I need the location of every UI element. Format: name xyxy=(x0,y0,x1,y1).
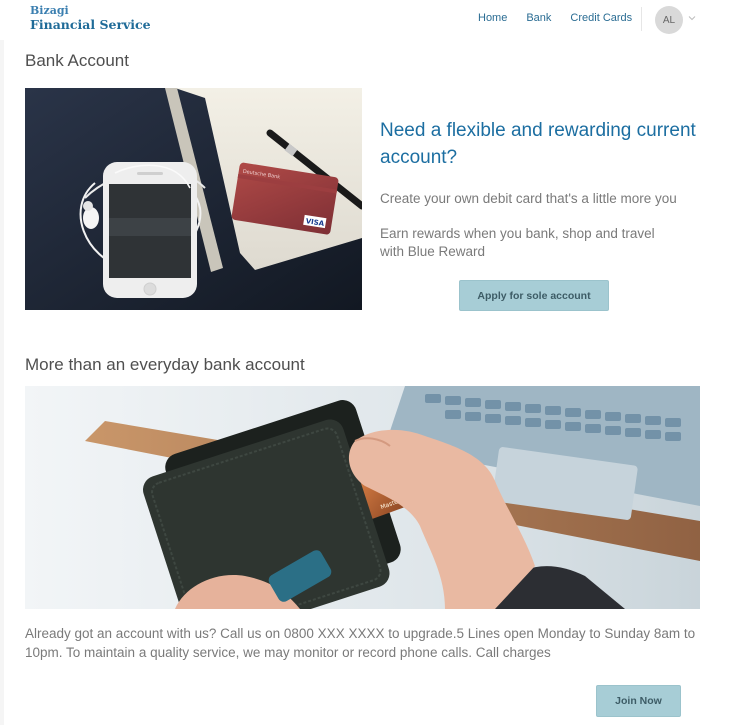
nav-divider xyxy=(641,7,642,31)
nav-link-bank[interactable]: Bank xyxy=(526,12,551,24)
logo-line-1: Bizagi xyxy=(30,4,69,17)
main-nav: Home Bank Credit Cards xyxy=(478,7,651,31)
promo-heading: Need a flexible and rewarding current ac… xyxy=(380,120,696,168)
everyday-account-hero-image: MasterCard xyxy=(25,386,700,609)
top-header: Bizagi Financial Service Home Bank Credi… xyxy=(0,0,730,40)
upgrade-info-text: Already got an account with us? Call us … xyxy=(25,626,696,660)
page-edge xyxy=(0,40,4,725)
phone-card-illustration: VISA Deutsche Bank xyxy=(25,88,362,310)
bank-account-hero-image: VISA Deutsche Bank xyxy=(25,88,362,310)
logo-line-2: Financial Service xyxy=(30,17,151,32)
page-title: Bank Account xyxy=(25,51,129,70)
wallet-card-illustration: MasterCard xyxy=(25,386,700,609)
chevron-down-icon[interactable] xyxy=(688,14,696,22)
join-now-button[interactable]: Join Now xyxy=(596,685,681,717)
promo-text-rewards: Earn rewards when you bank, shop and tra… xyxy=(380,226,655,259)
nav-link-home[interactable]: Home xyxy=(478,12,507,24)
nav-link-credit-cards[interactable]: Credit Cards xyxy=(570,12,632,24)
promo-text-debit-card: Create your own debit card that's a litt… xyxy=(380,191,677,206)
brand-logo[interactable]: Bizagi Financial Service xyxy=(30,4,151,32)
user-avatar[interactable]: AL xyxy=(655,6,683,34)
section-title-everyday: More than an everyday bank account xyxy=(25,355,305,374)
apply-sole-account-button[interactable]: Apply for sole account xyxy=(459,280,609,311)
